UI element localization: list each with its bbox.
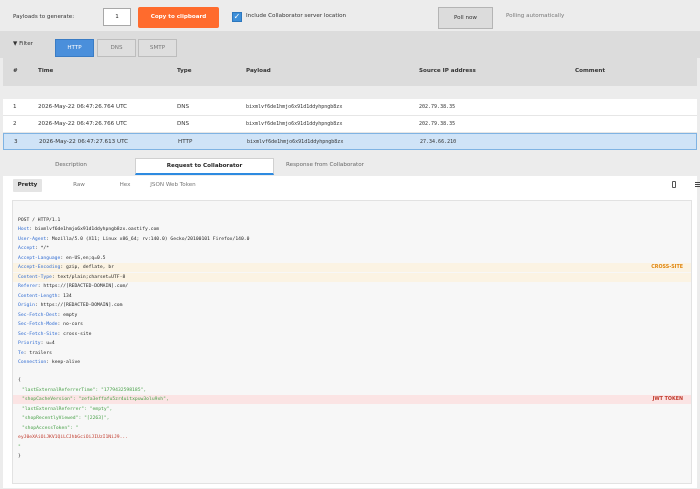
cell-number: 1 [13, 104, 17, 110]
request-editor[interactable]: POST / HTTP/1.1 Host: bixmlvf6de1hmjo6x9… [12, 200, 692, 484]
header-line: Accept: */* [18, 246, 50, 251]
header-line: Priority: u=4 [18, 341, 55, 346]
cross-site-tag: CROSS-SITE [651, 265, 683, 270]
view-tab-json-web-token[interactable]: JSON Web Token [148, 179, 198, 192]
view-tab-hex[interactable]: Hex [113, 179, 137, 192]
poll-now-button[interactable]: Poll now [438, 7, 493, 29]
table-spacer [3, 86, 697, 98]
table-row[interactable]: 1 2026-May-22 06:47:26.764 UTC DNS bixml… [3, 99, 697, 116]
interactions-table-body: 1 2026-May-22 06:47:26.764 UTC DNS bixml… [3, 99, 697, 150]
header-line-highlighted: Accept-Encoding: gzip, deflate, br CROSS-… [13, 263, 691, 272]
view-tab-pretty[interactable]: Pretty [13, 179, 42, 192]
include-server-location-checkbox[interactable]: ✓ [232, 12, 242, 22]
view-tab-raw[interactable]: Raw [67, 179, 91, 192]
cell-time: 2026-May-22 06:47:26.764 UTC [38, 104, 128, 110]
header-line-highlighted: Content-Type: text/plain;charset=UTF-8 [13, 272, 691, 282]
header-line: Sec-Fetch-Site: cross-site [18, 331, 92, 337]
cell-number: 2 [13, 121, 17, 127]
table-row[interactable]: 2 2026-May-22 06:47:26.766 UTC DNS bixml… [3, 116, 697, 133]
cell-time: 2026-May-22 06:47:26.766 UTC [38, 121, 128, 127]
json-brace-close: } [18, 454, 21, 459]
json-line: "lastExternalReferrer": "empty", [22, 406, 113, 412]
request-line: POST / HTTP/1.1 [18, 218, 61, 223]
header-line: Sec-Fetch-Mode: no-cors [18, 322, 83, 327]
payloads-count-input[interactable]: 1 [103, 8, 131, 26]
collaborator-toolbar: Payloads to generate: 1 Copy to clipboar… [3, 3, 697, 30]
cell-type: DNS [177, 121, 190, 127]
header-line: Host: bixmlvf6de1hmjo6x91d1ddyhpngb8zx.o… [18, 227, 160, 232]
header-line: Connection: keep-alive [18, 360, 81, 365]
header-line: User-Agent: Mozilla/5.0 (X11; Linux x86_… [18, 236, 250, 242]
header-line: Sec-Fetch-Dest: empty [18, 312, 78, 318]
filter-toggle[interactable]: ▼ Filter [13, 41, 33, 47]
tab-response-from-collaborator[interactable]: Response from Collaborator [265, 158, 385, 175]
column-header-type[interactable]: Type [177, 68, 192, 74]
filter-tab-http[interactable]: HTTP [55, 39, 94, 57]
view-mode-bar: Pretty Raw Hex JSON Web Token [3, 176, 700, 196]
payloads-label: Payloads to generate: [13, 14, 75, 20]
header-line: Origin: https://[REDACTED-DOMAIN].com [18, 303, 123, 308]
jwt-token-tag: JWT TOKEN [652, 397, 683, 402]
json-line: "shopRecentlyViewed": "[2263]", [22, 416, 110, 421]
header-line: Content-Length: 134 [18, 293, 72, 299]
json-line: " [18, 444, 21, 450]
json-brace-open: { [18, 378, 21, 383]
checkmark-icon: ✓ [233, 12, 241, 21]
cell-payload: bixmlvf6de1hmjo6x91d1ddyhpngb8zx [246, 104, 343, 110]
tab-request-to-collaborator[interactable]: Request to Collaborator [135, 158, 274, 175]
filter-tab-dns[interactable]: DNS [97, 39, 136, 57]
copy-to-clipboard-button[interactable]: Copy to clipboard [138, 7, 219, 28]
cell-source-ip: 27.34.66.210 [420, 139, 457, 145]
header-line: Referer: https://[REDACTED-DOMAIN].com/ [18, 284, 129, 289]
request-detail-panel: Pretty Raw Hex JSON Web Token POST / HTT… [3, 176, 700, 488]
column-header-number[interactable]: # [13, 68, 18, 74]
polling-status-text: Polling automatically [506, 13, 565, 19]
cell-type: DNS [177, 104, 190, 110]
tab-description[interactable]: Description [31, 158, 111, 175]
cell-payload: bixmlvf6de1hmjo6x91d1ddyhpngb8zx [247, 139, 344, 145]
hamburger-menu-icon[interactable] [695, 182, 700, 187]
json-line: "shopAccessToken": " [22, 425, 79, 431]
column-header-payload[interactable]: Payload [246, 68, 271, 74]
cell-payload: bixmlvf6de1hmjo6x91d1ddyhpngb8zx [246, 121, 343, 127]
cell-source-ip: 202.79.38.35 [419, 121, 456, 127]
interactions-table-header: # Time Type Payload Source IP address Co… [3, 58, 697, 86]
detail-tabs: Description Request to Collaborator Resp… [3, 158, 697, 176]
header-line: Te: trailers [18, 350, 52, 356]
cell-source-ip: 202.79.38.35 [419, 104, 456, 110]
include-server-location-label: Include Collaborator server location [246, 13, 347, 19]
column-header-time[interactable]: Time [38, 68, 53, 74]
json-line: "lastExternalReferrerTime": "17794325981… [22, 387, 147, 393]
header-line: Accept-Language: en-US,en;q=0.5 [18, 255, 106, 261]
text-wrap-icon[interactable] [672, 181, 676, 188]
column-header-source-ip[interactable]: Source IP address [419, 68, 476, 74]
filter-bar: ▼ Filter HTTP DNS SMTP [0, 31, 700, 58]
cell-time: 2026-May-22 06:47:27.613 UTC [39, 139, 129, 145]
json-line-highlighted: "shopCacheVersion": "zefa3effafu5zr4uitx… [13, 395, 691, 404]
filter-tab-smtp[interactable]: SMTP [138, 39, 177, 57]
json-line: eyJ0eXAiOiJKV1QiLCJhbGciOiJIUzI1NiJ9... [18, 435, 129, 440]
cell-number: 3 [14, 139, 18, 145]
column-header-comment[interactable]: Comment [575, 68, 605, 74]
table-row-selected[interactable]: 3 2026-May-22 06:47:27.613 UTC HTTP bixm… [3, 133, 697, 150]
cell-type: HTTP [178, 139, 193, 145]
